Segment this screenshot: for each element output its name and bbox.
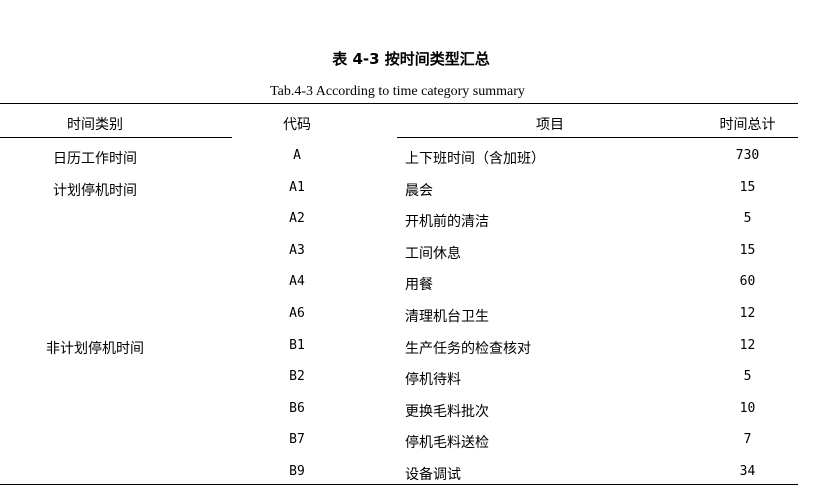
cell-time-category: 非计划停机时间	[46, 341, 144, 357]
cell-code: B2	[289, 369, 305, 384]
header-time-total: 时间总计	[719, 117, 776, 133]
cell-time-total: 10	[739, 401, 756, 416]
cell-item: 设备调试	[405, 467, 461, 483]
cell-time-total: 12	[739, 338, 756, 353]
cell-time-total: 15	[739, 243, 756, 258]
cell-time-category: 日历工作时间	[53, 151, 137, 167]
table-title-chinese: 表 4-3 按时间类型汇总	[332, 50, 490, 68]
cell-item: 停机毛料送检	[405, 435, 489, 451]
cell-item: 生产任务的检查核对	[405, 341, 531, 357]
cell-code: A6	[289, 306, 305, 321]
cell-item: 更换毛料批次	[405, 404, 489, 420]
document-page: 表 4-3 按时间类型汇总 Tab.4-3 According to time …	[0, 0, 822, 491]
cell-item: 清理机台卫生	[405, 309, 489, 325]
cell-code: B7	[289, 432, 305, 447]
cell-time-total: 34	[739, 464, 756, 479]
cell-item: 停机待料	[405, 372, 461, 388]
cell-time-total: 12	[739, 306, 756, 321]
table-top-rule	[0, 103, 798, 104]
cell-time-total: 730	[735, 148, 760, 163]
cell-code: A	[293, 148, 301, 163]
header-item: 项目	[536, 117, 564, 133]
table-title-english: Tab.4-3 According to time category summa…	[270, 84, 525, 99]
cell-time-total: 15	[739, 180, 756, 195]
header-rule-gap	[232, 137, 397, 138]
table-bottom-rule	[0, 484, 798, 485]
cell-code: A1	[289, 180, 305, 195]
cell-time-category: 计划停机时间	[53, 183, 137, 199]
table-header-rule	[0, 137, 798, 138]
cell-code: A2	[289, 211, 305, 226]
cell-item: 上下班时间（含加班）	[405, 151, 545, 167]
cell-item: 晨会	[405, 183, 433, 199]
cell-time-total: 60	[739, 274, 756, 289]
header-code: 代码	[283, 117, 311, 133]
cell-code: B9	[289, 464, 305, 479]
cell-time-total: 5	[743, 211, 752, 226]
cell-item: 用餐	[405, 277, 433, 293]
cell-code: A4	[289, 274, 305, 289]
cell-code: A3	[289, 243, 305, 258]
cell-item: 工间休息	[405, 246, 461, 262]
cell-time-total: 7	[743, 432, 752, 447]
cell-code: B1	[289, 338, 305, 353]
cell-item: 开机前的清洁	[405, 214, 489, 230]
header-time-category: 时间类别	[67, 117, 123, 133]
cell-code: B6	[289, 401, 305, 416]
cell-time-total: 5	[743, 369, 752, 384]
